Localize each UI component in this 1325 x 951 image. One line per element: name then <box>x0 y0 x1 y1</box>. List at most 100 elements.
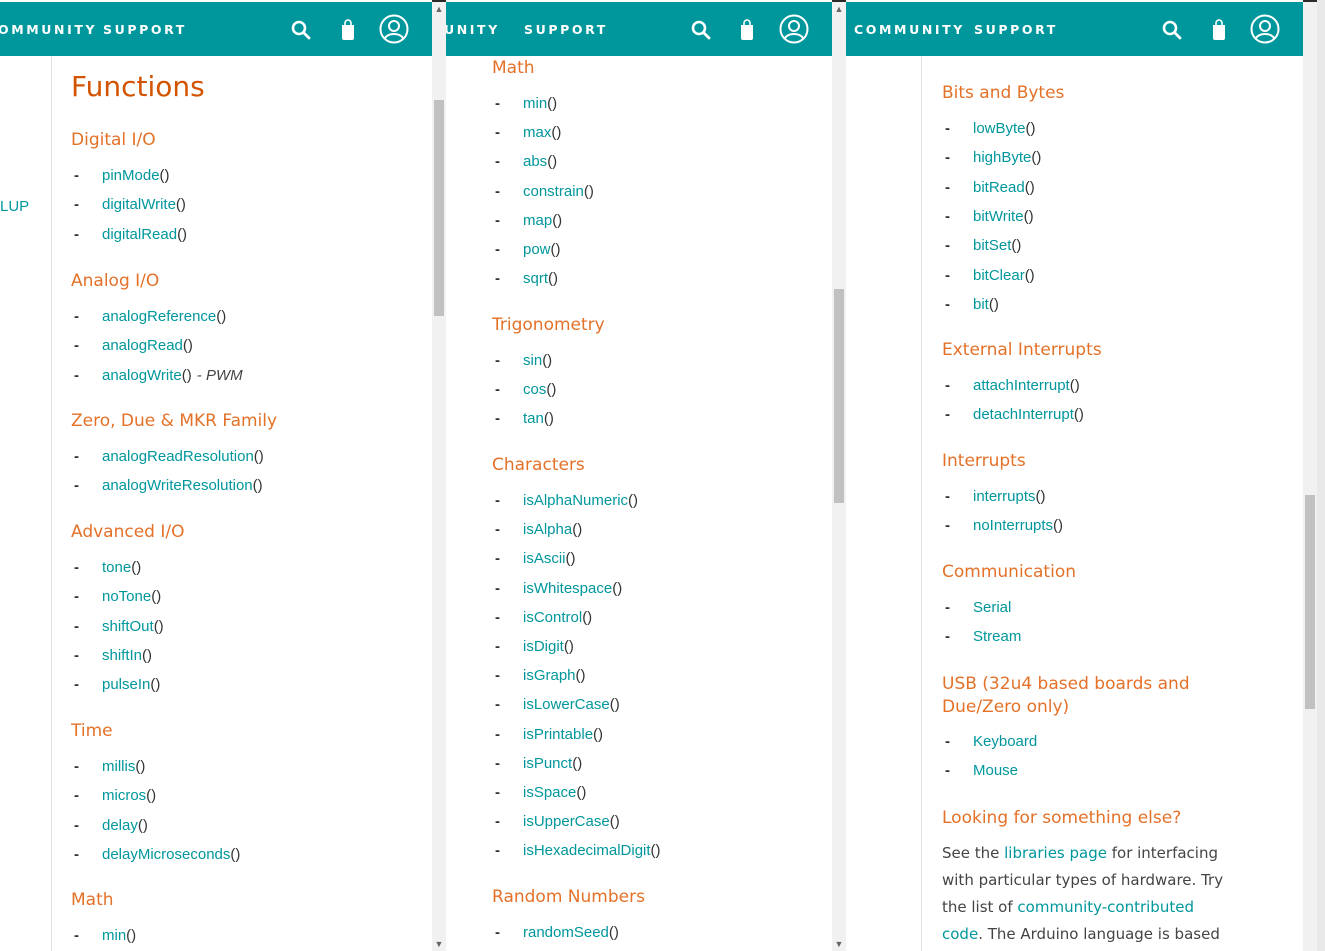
function-link[interactable]: tan() <box>523 409 554 429</box>
list-bullet: - <box>495 410 500 428</box>
user-account-icon[interactable] <box>778 13 810 45</box>
function-link[interactable]: abs() <box>523 152 557 172</box>
scroll-up-arrow[interactable]: ▲ <box>434 4 444 14</box>
function-link[interactable]: highByte() <box>973 148 1041 168</box>
function-link[interactable]: Stream <box>973 627 1021 647</box>
scroll-thumb[interactable] <box>834 289 844 503</box>
function-link[interactable]: shiftIn() <box>102 646 152 666</box>
function-parens: () <box>1024 178 1035 196</box>
function-link[interactable]: noTone() <box>102 587 161 607</box>
nav-support-link[interactable]: SUPPORT <box>524 22 608 37</box>
function-link[interactable]: isLowerCase() <box>523 695 620 715</box>
function-name: sin <box>523 352 543 369</box>
function-link[interactable]: isGraph() <box>523 666 586 686</box>
function-link[interactable]: tone() <box>102 558 141 578</box>
nav-support-link[interactable]: SUPPORT <box>103 22 187 37</box>
function-link[interactable]: delay() <box>102 816 148 836</box>
function-link[interactable]: pow() <box>523 240 561 260</box>
function-link[interactable]: isControl() <box>523 608 592 628</box>
nav-community-link[interactable]: COMMUNITY <box>854 22 965 37</box>
function-link[interactable]: map() <box>523 211 562 231</box>
function-link[interactable]: bit() <box>973 295 999 315</box>
left-scrollbar[interactable]: ▲ ▼ <box>432 2 446 951</box>
nav-community-link[interactable]: UNITY <box>446 22 500 37</box>
sidebar-fragment[interactable]: LUP <box>0 198 29 215</box>
list-bullet: - <box>74 646 79 664</box>
user-account-icon[interactable] <box>378 13 410 45</box>
scroll-thumb[interactable] <box>434 100 444 316</box>
function-name: bit <box>973 295 989 313</box>
scroll-down-arrow[interactable]: ▼ <box>434 939 444 949</box>
function-link[interactable]: isHexadecimalDigit() <box>523 841 661 861</box>
function-link[interactable]: bitRead() <box>973 178 1035 198</box>
bag-icon[interactable] <box>734 16 760 44</box>
bag-icon[interactable] <box>335 16 361 44</box>
function-link[interactable]: isAlpha() <box>523 520 582 540</box>
search-icon[interactable] <box>288 16 314 44</box>
function-link[interactable]: bitClear() <box>973 266 1035 286</box>
libraries-page-link[interactable]: libraries page <box>1004 844 1107 862</box>
list-bullet: - <box>495 211 500 229</box>
function-link[interactable]: constrain() <box>523 182 594 202</box>
function-link[interactable]: analogWrite() - PWM <box>102 366 243 386</box>
function-link[interactable]: isAscii() <box>523 549 576 569</box>
function-link[interactable]: attachInterrupt() <box>973 376 1080 396</box>
function-parens: () <box>1023 207 1034 225</box>
function-name: max <box>523 124 552 142</box>
function-link[interactable]: Keyboard <box>973 732 1037 752</box>
function-link[interactable]: Serial <box>973 598 1011 618</box>
right-pane: COMMUNITY SUPPORT Looking for something … <box>846 0 1303 951</box>
function-link[interactable]: detachInterrupt() <box>973 405 1084 425</box>
function-link[interactable]: isWhitespace() <box>523 579 622 599</box>
scroll-down-arrow[interactable]: ▼ <box>834 939 844 949</box>
right-scrollbar[interactable] <box>1303 2 1317 951</box>
function-link[interactable]: isDigit() <box>523 637 574 657</box>
function-link[interactable]: sqrt() <box>523 269 558 289</box>
function-link[interactable]: bitWrite() <box>973 207 1034 227</box>
function-link[interactable]: Mouse <box>973 761 1018 781</box>
function-name: detachInterrupt <box>973 406 1074 424</box>
function-link[interactable]: randomSeed() <box>523 923 619 943</box>
middle-content: Math - min() - max() - abs() - constrain() - map()… <box>446 56 832 951</box>
nav-support-link[interactable]: SUPPORT <box>974 22 1058 37</box>
scroll-up-arrow[interactable]: ▲ <box>834 4 844 14</box>
function-link[interactable]: analogRead() <box>102 336 193 356</box>
function-link[interactable]: isSpace() <box>523 783 586 803</box>
function-link[interactable]: isAlphaNumeric() <box>523 491 638 511</box>
function-link[interactable]: interrupts() <box>973 487 1046 507</box>
function-name: bitSet <box>973 237 1012 255</box>
function-link[interactable]: analogReadResolution() <box>102 447 264 467</box>
function-link[interactable]: lowByte() <box>973 119 1036 139</box>
list-bullet: - <box>945 207 950 225</box>
middle-scrollbar[interactable]: ▲ ▼ <box>832 2 846 951</box>
search-icon[interactable] <box>1159 16 1185 44</box>
function-link[interactable]: min() <box>102 926 136 946</box>
function-link[interactable]: millis() <box>102 757 145 777</box>
function-link[interactable]: delayMicroseconds() <box>102 845 240 865</box>
function-link[interactable]: max() <box>523 123 561 143</box>
function-link[interactable]: micros() <box>102 786 156 806</box>
function-name: digitalRead <box>102 225 178 243</box>
function-link[interactable]: pulseIn() <box>102 675 160 695</box>
search-icon[interactable] <box>688 16 714 44</box>
function-link[interactable]: analogWriteResolution() <box>102 476 263 496</box>
function-link[interactable]: isPrintable() <box>523 725 603 745</box>
function-link[interactable]: sin() <box>523 351 552 371</box>
function-link[interactable]: bitSet() <box>973 236 1021 256</box>
function-parens: () <box>572 521 583 539</box>
function-link[interactable]: noInterrupts() <box>973 516 1063 536</box>
user-account-icon[interactable] <box>1249 13 1281 45</box>
bag-icon[interactable] <box>1206 16 1232 44</box>
function-link[interactable]: isPunct() <box>523 754 582 774</box>
function-link[interactable]: analogReference() <box>102 307 226 327</box>
function-link[interactable]: min() <box>523 94 557 114</box>
function-link[interactable]: pinMode() <box>102 166 170 186</box>
function-link[interactable]: shiftOut() <box>102 617 164 637</box>
nav-community-link[interactable]: OMMUNITY <box>0 22 97 37</box>
scroll-thumb[interactable] <box>1305 495 1315 709</box>
function-link[interactable]: cos() <box>523 380 556 400</box>
function-link[interactable]: digitalRead() <box>102 225 187 245</box>
list-bullet: - <box>495 696 500 714</box>
function-link[interactable]: isUpperCase() <box>523 812 620 832</box>
function-link[interactable]: digitalWrite() <box>102 195 186 215</box>
